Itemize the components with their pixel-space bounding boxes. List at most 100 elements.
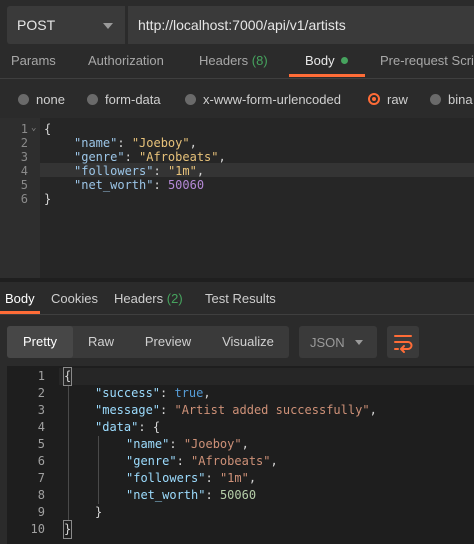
wrap-lines-icon [394,335,413,353]
view-preview[interactable]: Preview [129,326,207,358]
json-key: "data" [95,420,139,434]
tab-test-results[interactable]: Test Results [205,291,276,306]
code-line: } [95,505,103,519]
method-label: POST [17,17,56,33]
code-line: "genre": "Afrobeats", [126,454,278,468]
line-number: 5 [20,178,28,192]
active-tab-indicator [289,74,365,77]
line-number: 9 [37,505,45,519]
tab-body[interactable]: Body [305,53,348,68]
json-value: "Artist added successfully" [174,403,370,417]
code-line: "name": "Joeboy", [74,136,197,150]
radio-icon [430,94,441,105]
tab-params[interactable]: Params [11,53,56,68]
json-value: "1m" [167,164,197,178]
json-key: "name" [126,437,170,451]
chevron-down-icon [355,340,363,345]
line-number: 4 [37,420,45,434]
tab-headers[interactable]: Headers (8) [199,53,268,68]
tab-response-body[interactable]: Body [5,291,35,306]
line-number: 2 [37,386,45,400]
radio-icon [185,94,196,105]
json-sep: , [196,164,205,178]
tab-pre-request-script[interactable]: Pre-request Scri [380,53,474,68]
line-number: 8 [37,488,45,502]
dot-icon [340,57,348,64]
code-line: "name": "Joeboy", [126,437,249,451]
headers-count: (8) [251,53,268,68]
code-line: "success": true, [95,386,211,400]
request-body-editor[interactable]: 1 ⌄ 2 3 4 5 6 { "name": "Joeboy", "genre… [0,118,474,278]
body-mode-options: none form-data x-www-form-urlencoded raw… [0,84,474,116]
json-key: "followers" [74,164,154,178]
json-value: "1m" [219,471,249,485]
code-line: "genre": "Afrobeats", [74,150,226,164]
line-number: 3 [37,403,45,417]
mode-raw[interactable]: raw [368,92,408,107]
tab-headers-label: Headers [199,53,249,68]
indent-guide [98,436,99,504]
fold-caret-icon[interactable]: ⌄ [31,123,36,133]
json-key: "net_worth" [74,178,154,192]
wrap-lines-button[interactable] [387,326,419,358]
json-sep: , [189,136,197,150]
format-select[interactable]: JSON [299,326,377,358]
method-select[interactable]: POST [7,6,125,44]
tab-body-label: Body [305,53,335,68]
json-sep: , [241,437,249,451]
radio-selected-icon [368,93,380,105]
url-input[interactable]: http://localhost:7000/api/v1/artists [128,6,474,44]
url-text: http://localhost:7000/api/v1/artists [138,17,346,33]
code-line: { [62,367,73,386]
json-sep: , [270,454,278,468]
radio-icon [18,94,29,105]
json-value: 50060 [219,488,257,502]
json-brace: { [152,420,161,434]
response-body-viewer[interactable]: 1 2 3 4 5 6 7 8 9 10 { "success": true, … [7,366,474,544]
code-line: "net_worth": 50060 [74,178,205,192]
line-number: 7 [37,471,45,485]
headers-count: (2) [166,291,183,306]
json-key: "success" [95,386,161,400]
active-tab-indicator [0,311,40,314]
code-line: "message": "Artist added successfully", [95,403,377,417]
json-value: "Afrobeats" [139,150,219,164]
current-line-highlight [59,368,474,385]
tab-authorization[interactable]: Authorization [88,53,164,68]
json-sep: , [218,150,226,164]
line-number: 3 [20,150,28,164]
json-key: "message" [95,403,161,417]
code-line: "net_worth": 50060 [126,488,257,502]
code-line: { [44,122,52,136]
response-view-toggle: Pretty Raw Preview Visualize [7,326,289,358]
request-tabs: Params Authorization Headers (8) Body Pr… [0,50,474,79]
code-line: } [44,192,52,206]
json-value: "Afrobeats" [191,454,271,468]
json-sep: , [248,471,257,485]
mode-urlencoded[interactable]: x-www-form-urlencoded [185,92,341,107]
code-line: "followers": "1m", [74,164,205,178]
url-bar: POST http://localhost:7000/api/v1/artist… [0,0,474,50]
code-line: } [62,520,73,539]
code-line: "data": { [95,420,161,434]
radio-icon [87,94,98,105]
mode-form-data[interactable]: form-data [87,92,161,107]
tab-response-headers[interactable]: Headers (2) [114,291,183,306]
mode-none[interactable]: none [18,92,65,107]
line-number: 2 [20,136,28,150]
tab-cookies[interactable]: Cookies [51,291,98,306]
view-raw[interactable]: Raw [73,326,129,358]
line-number: 1 [20,122,28,136]
json-key: "name" [74,136,118,150]
mode-binary[interactable]: bina [430,92,473,107]
pane-resize-handle[interactable] [0,278,474,282]
view-visualize[interactable]: Visualize [207,326,289,358]
response-tabs: Body Cookies Headers (2) Test Results [0,284,474,315]
mode-urlencoded-label: x-www-form-urlencoded [203,92,341,107]
line-number: 4 [20,164,28,178]
view-pretty[interactable]: Pretty [7,326,73,358]
line-number: 5 [37,437,45,451]
chevron-down-icon [103,23,113,29]
json-key: "net_worth" [126,488,206,502]
line-number: 6 [20,192,28,206]
